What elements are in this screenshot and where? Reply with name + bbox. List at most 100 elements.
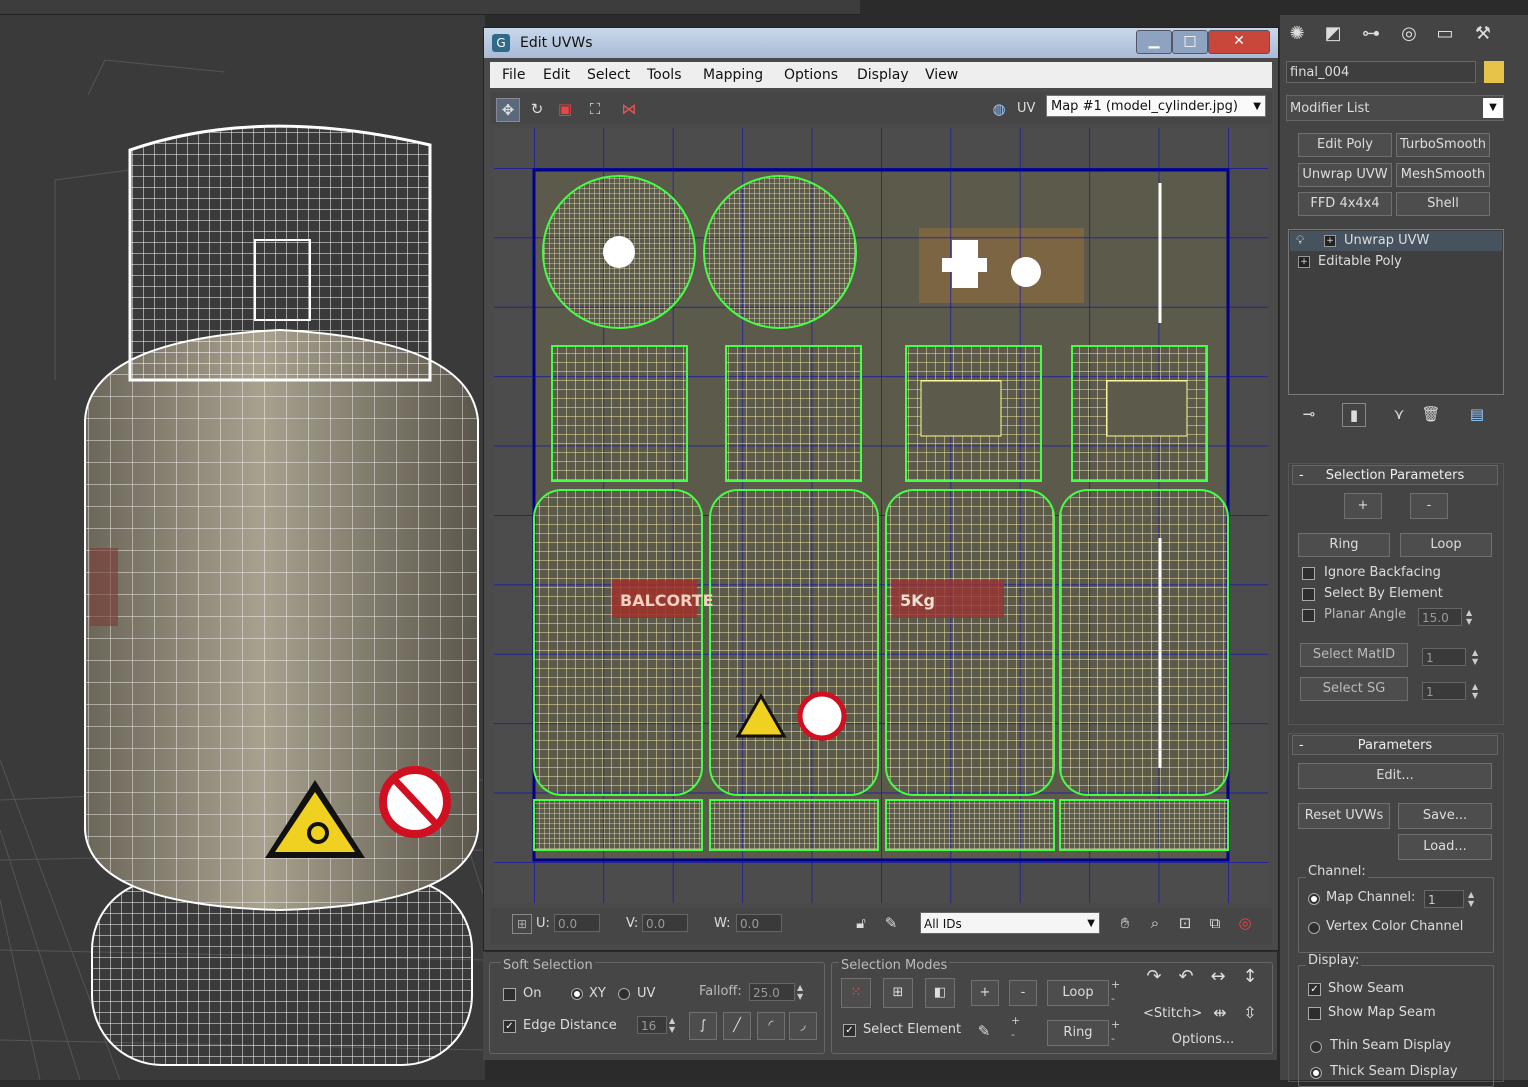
thin-seam-radio[interactable]: [1310, 1041, 1322, 1053]
remove-modifier-icon[interactable]: 🗑︎: [1420, 403, 1442, 425]
options-button[interactable]: Options...: [1143, 1032, 1263, 1052]
paint-icon[interactable]: ✎: [880, 912, 902, 934]
matid-input[interactable]: 1: [1422, 648, 1466, 666]
maximize-button[interactable]: □: [1172, 30, 1208, 54]
grow-selection-button[interactable]: +: [971, 980, 999, 1006]
lock-icon[interactable]: 🔓︎: [850, 912, 872, 934]
modifier-stack[interactable]: 💡︎ + Unwrap UVW + Editable Poly: [1288, 229, 1504, 395]
expand-icon[interactable]: +: [1324, 235, 1336, 247]
falloff-spinner-icon[interactable]: ▲ ▼: [797, 983, 803, 1001]
v-input[interactable]: 0.0: [642, 914, 688, 932]
flip-horizontal-icon[interactable]: ↔: [1207, 966, 1229, 988]
ignore-backfacing-checkbox[interactable]: [1302, 567, 1315, 580]
ring-button[interactable]: Ring: [1298, 533, 1390, 557]
turbosmooth-button[interactable]: TurboSmooth: [1396, 133, 1490, 157]
uv-radio[interactable]: [618, 988, 630, 1000]
paint-size-spinner[interactable]: + -: [1011, 1014, 1020, 1042]
u-input[interactable]: 0.0: [554, 914, 600, 932]
absolute-offset-icon[interactable]: ⊞: [512, 914, 532, 934]
pin-stack-icon[interactable]: ⊸: [1298, 403, 1320, 425]
soft-selection-on-checkbox[interactable]: [503, 988, 516, 1001]
expand-icon[interactable]: +: [1298, 256, 1310, 268]
menu-tools[interactable]: Tools: [647, 67, 682, 83]
collapse-toggle[interactable]: -: [1299, 736, 1304, 756]
collapse-toggle[interactable]: -: [1299, 466, 1304, 486]
stitch-label[interactable]: Stitch: [1154, 1006, 1191, 1021]
rotate-ccw-icon[interactable]: ↶: [1175, 966, 1197, 988]
planar-angle-input[interactable]: 15.0: [1418, 608, 1462, 626]
falloff-smooth-icon[interactable]: ∫: [689, 1012, 717, 1040]
xy-radio[interactable]: [571, 988, 583, 1000]
ring-grow-shrink[interactable]: + -: [1111, 1018, 1120, 1046]
checker-icon[interactable]: ◍: [988, 98, 1010, 120]
planar-angle-spinner-icon[interactable]: ▲ ▼: [1466, 608, 1472, 626]
loop-button[interactable]: Loop: [1400, 533, 1492, 557]
thick-seam-radio[interactable]: [1310, 1067, 1322, 1079]
align-vertical-icon[interactable]: ⇳: [1239, 1002, 1261, 1024]
close-button[interactable]: ✕: [1208, 30, 1270, 54]
paint-select-icon[interactable]: ✎: [973, 1020, 995, 1042]
utilities-tab-icon[interactable]: ⚒: [1472, 23, 1494, 45]
create-tab-icon[interactable]: ✺: [1286, 23, 1308, 45]
zoom-region-icon[interactable]: ⊡: [1174, 912, 1196, 934]
uv-editor-canvas[interactable]: BALCORTE 5Kg: [494, 128, 1268, 903]
vertex-mode-icon[interactable]: ⁙: [841, 978, 871, 1008]
freeform-icon[interactable]: ⛶: [584, 98, 606, 120]
lightbulb-icon[interactable]: 💡︎: [1296, 233, 1304, 248]
edit-poly-button[interactable]: Edit Poly: [1298, 133, 1392, 157]
w-input[interactable]: 0.0: [736, 914, 782, 932]
loop-grow-shrink[interactable]: + -: [1111, 978, 1120, 1006]
selection-parameters-header[interactable]: - Selection Parameters: [1292, 465, 1498, 485]
object-color-swatch[interactable]: [1484, 61, 1504, 83]
modifier-list-dropdown[interactable]: Modifier List ▼: [1286, 95, 1504, 121]
zoom-icon[interactable]: ⌕: [1144, 912, 1166, 934]
rotate-icon[interactable]: ↻: [526, 98, 548, 120]
planar-angle-checkbox[interactable]: [1302, 609, 1315, 622]
stack-item-editable-poly[interactable]: + Editable Poly: [1290, 252, 1502, 272]
stack-item-unwrap-uvw[interactable]: 💡︎ + Unwrap UVW: [1290, 231, 1502, 251]
show-seam-checkbox[interactable]: ✓: [1308, 983, 1321, 996]
save-button[interactable]: Save...: [1398, 803, 1492, 829]
rotate-cw-icon[interactable]: ↷: [1143, 966, 1165, 988]
motion-tab-icon[interactable]: ◎: [1398, 23, 1420, 45]
zoom-extents-icon[interactable]: ⧉: [1204, 912, 1226, 934]
stitch-control[interactable]: <Stitch>: [1143, 1002, 1203, 1026]
menu-mapping[interactable]: Mapping: [703, 67, 763, 83]
edit-uvws-window[interactable]: G Edit UVWs ▁ □ ✕ File Edit Select Tools…: [483, 27, 1279, 951]
configure-modifier-sets-icon[interactable]: ▤: [1466, 403, 1488, 425]
meshsmooth-button[interactable]: MeshSmooth: [1396, 163, 1490, 187]
expand-selection-button[interactable]: +: [1344, 493, 1382, 519]
show-end-result-icon[interactable]: ▮: [1342, 403, 1366, 427]
parameters-header[interactable]: - Parameters: [1292, 735, 1498, 755]
sg-spinner-icon[interactable]: ▲ ▼: [1472, 682, 1478, 700]
stitch-right[interactable]: >: [1191, 1006, 1202, 1021]
modify-tab-icon[interactable]: ◩: [1322, 23, 1344, 45]
falloff-input[interactable]: 25.0: [749, 983, 795, 1001]
edge-mode-icon[interactable]: ⊞: [883, 978, 913, 1008]
perspective-viewport[interactable]: [0, 0, 485, 1080]
vertex-color-channel-radio[interactable]: [1308, 922, 1320, 934]
reset-uvws-button[interactable]: Reset UVWs: [1298, 803, 1390, 829]
ffd-button[interactable]: FFD 4x4x4: [1298, 192, 1392, 216]
unwrap-uvw-button[interactable]: Unwrap UVW: [1298, 163, 1392, 187]
shell-button[interactable]: Shell: [1396, 192, 1490, 216]
menu-select[interactable]: Select: [587, 67, 630, 83]
move-icon[interactable]: ✥: [496, 98, 520, 122]
edge-distance-input[interactable]: 16: [637, 1016, 667, 1034]
falloff-slow-out-icon[interactable]: ◜: [757, 1012, 785, 1040]
show-map-seam-checkbox[interactable]: [1308, 1007, 1321, 1020]
align-horizontal-icon[interactable]: ⇹: [1209, 1002, 1231, 1024]
menu-options[interactable]: Options: [784, 67, 838, 83]
select-sg-button[interactable]: Select SG: [1300, 677, 1408, 701]
edge-distance-checkbox[interactable]: ✓: [503, 1020, 516, 1033]
load-button[interactable]: Load...: [1398, 834, 1492, 860]
map-selector-dropdown[interactable]: Map #1 (model_cylinder.jpg) ▼: [1046, 95, 1266, 117]
flip-vertical-icon[interactable]: ↕: [1239, 966, 1261, 988]
minimize-button[interactable]: ▁: [1136, 30, 1172, 54]
matid-spinner-icon[interactable]: ▲ ▼: [1472, 648, 1478, 666]
select-matid-button[interactable]: Select MatID: [1300, 643, 1408, 667]
select-by-element-checkbox[interactable]: [1302, 588, 1315, 601]
title-bar[interactable]: G Edit UVWs ▁ □ ✕: [484, 28, 1278, 58]
make-unique-icon[interactable]: ⋎: [1388, 403, 1410, 425]
mirror-icon[interactable]: ⋈: [618, 98, 640, 120]
